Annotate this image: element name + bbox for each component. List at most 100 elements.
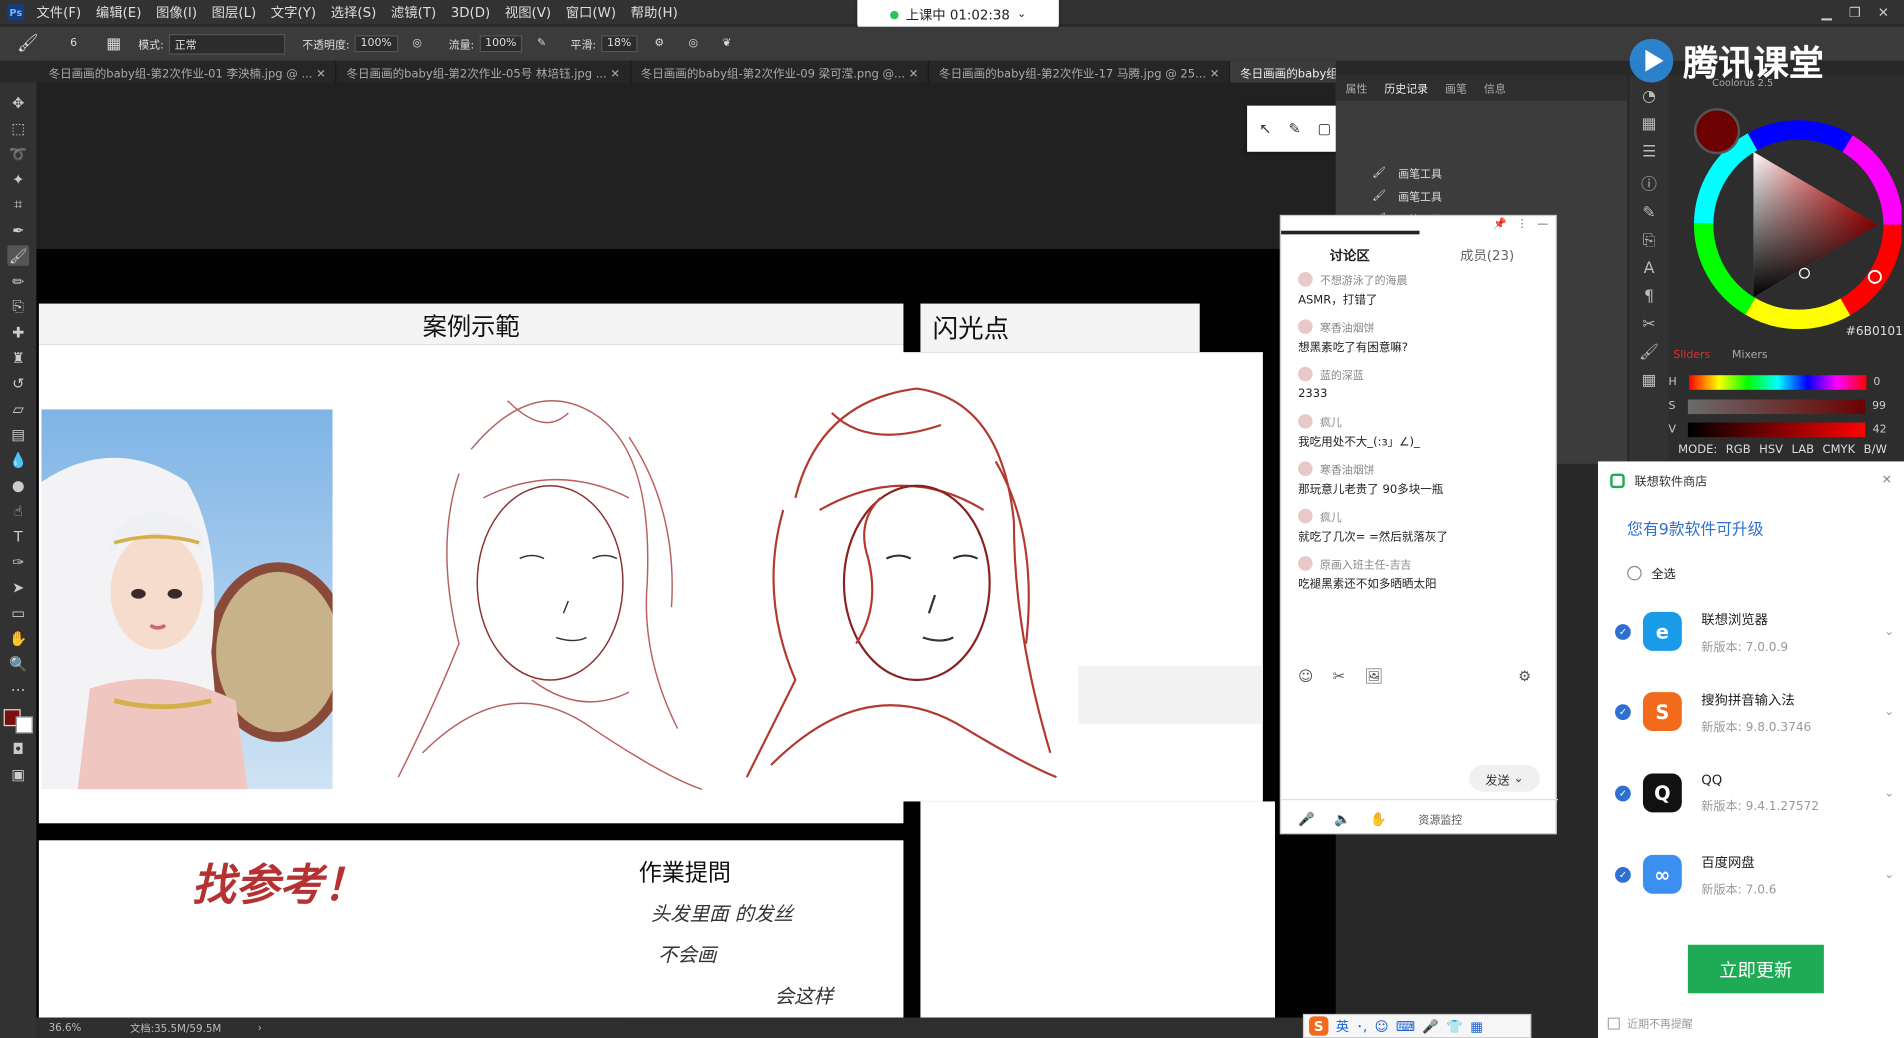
menu-help[interactable]: 帮助(H): [631, 2, 678, 21]
pen-icon[interactable]: ✎: [1288, 120, 1300, 137]
lasso-tool-icon[interactable]: ➰: [7, 143, 29, 164]
menu-3d[interactable]: 3D(D): [451, 4, 491, 20]
restore-icon[interactable]: ❐: [1849, 4, 1861, 20]
brush-tool-icon[interactable]: 🖌: [17, 34, 39, 53]
avatar[interactable]: [1298, 508, 1313, 524]
menu-filter[interactable]: 滤镜(T): [391, 2, 436, 21]
v-slider[interactable]: [1688, 422, 1866, 438]
clone-stamp-icon[interactable]: ⎘: [7, 296, 29, 317]
background-color[interactable]: [15, 716, 33, 734]
menu-image[interactable]: 图像(I): [156, 2, 197, 21]
check-icon[interactable]: ✓: [1615, 785, 1631, 801]
tab-members[interactable]: 成员(23): [1460, 245, 1514, 264]
chevron-down-icon[interactable]: ⌄: [1884, 705, 1894, 718]
menu-layer[interactable]: 图层(L): [212, 2, 257, 21]
close-icon[interactable]: ✕: [1882, 474, 1892, 487]
chevron-right-icon[interactable]: ›: [258, 1022, 262, 1034]
sogou-icon[interactable]: S: [1309, 1016, 1329, 1036]
resource-monitor[interactable]: 资源监控: [1418, 811, 1462, 827]
app-update-row[interactable]: ✓ e 联想浏览器 新版本: 7.0.0.9 ⌄: [1615, 595, 1894, 668]
tab-document-active[interactable]: 冬日画画的baby组-第2次作业-21 ...: [1230, 60, 1336, 83]
history-item[interactable]: 🖌画笔工具: [1336, 162, 1627, 185]
chevron-down-icon[interactable]: ⌄: [1884, 786, 1894, 799]
move-tool-icon[interactable]: ✥: [7, 92, 29, 113]
smooth-input[interactable]: 18%: [600, 35, 638, 53]
magic-wand-icon[interactable]: ✦: [7, 169, 29, 190]
history-brush-icon[interactable]: ↺: [7, 373, 29, 394]
tools-icon[interactable]: ✂: [1642, 316, 1655, 334]
mode-hsv[interactable]: HSV: [1759, 443, 1783, 456]
skin-icon[interactable]: 👕: [1446, 1018, 1463, 1034]
avatar[interactable]: [1298, 366, 1313, 382]
avatar[interactable]: [1298, 556, 1313, 571]
keyboard-icon[interactable]: ⌨: [1396, 1018, 1415, 1034]
ime-language[interactable]: 英: [1336, 1016, 1349, 1035]
select-all[interactable]: 全选: [1627, 563, 1904, 582]
update-now-button[interactable]: 立即更新: [1687, 944, 1824, 994]
avatar[interactable]: [1298, 272, 1313, 287]
pin-icon[interactable]: 📌: [1493, 219, 1507, 231]
menu-type[interactable]: 文字(Y): [271, 2, 316, 21]
settings-icon[interactable]: ⚙: [1518, 668, 1531, 685]
avatar[interactable]: [1298, 461, 1313, 477]
info-icon[interactable]: ⓘ: [1641, 171, 1657, 194]
chevron-down-icon[interactable]: ⌄: [1884, 625, 1894, 638]
grid-icon[interactable]: ▦: [1642, 372, 1657, 390]
healing-brush-icon[interactable]: ✚: [7, 322, 29, 343]
menu-select[interactable]: 选择(S): [331, 2, 377, 21]
menu-view[interactable]: 视图(V): [505, 2, 551, 21]
radio-icon[interactable]: [1627, 565, 1642, 580]
avatar[interactable]: [1298, 414, 1313, 429]
image-icon[interactable]: 🖼: [1364, 668, 1382, 685]
send-button[interactable]: 发送 ⌄: [1469, 765, 1540, 792]
pen-tool-icon[interactable]: ✑: [7, 551, 29, 572]
menu-file[interactable]: 文件(F): [36, 2, 81, 21]
paragraph-icon[interactable]: ¶: [1644, 288, 1654, 306]
hand-tool-icon[interactable]: ✋: [7, 628, 29, 649]
zoom-level[interactable]: 36.6%: [49, 1022, 82, 1034]
gear-icon[interactable]: ⚙: [654, 38, 664, 50]
flow-input[interactable]: 100%: [479, 35, 523, 53]
eyedropper-icon[interactable]: ✒: [7, 220, 29, 241]
h-slider-row[interactable]: H 0: [1668, 374, 1904, 391]
speaker-icon[interactable]: 🔈: [1334, 811, 1351, 827]
gradient-icon[interactable]: ▤: [7, 424, 29, 445]
marquee-tool-icon[interactable]: ⬚: [7, 118, 29, 139]
color-icon[interactable]: ◔: [1642, 87, 1656, 105]
more-icon[interactable]: ⋮: [1517, 219, 1528, 231]
brush-preset-icon[interactable]: ✎: [1642, 204, 1655, 222]
app-update-row[interactable]: ✓ Q QQ 新版本: 9.4.1.27572 ⌄: [1615, 757, 1894, 830]
tab-document[interactable]: 冬日画画的baby组-第2次作业-17 马腾.jpg @ 25... ✕: [929, 60, 1231, 83]
pressure-opacity-icon[interactable]: ◎: [412, 38, 422, 50]
more-tools-icon[interactable]: ⋯: [7, 679, 29, 700]
pencil-tool-icon[interactable]: ✏: [7, 271, 29, 292]
check-icon[interactable]: ✓: [1615, 703, 1631, 720]
clone-source-icon[interactable]: ⎘: [1643, 232, 1656, 250]
minimize-icon[interactable]: —: [1537, 219, 1548, 231]
toolbox-icon[interactable]: ▦: [1470, 1018, 1483, 1034]
smudge-icon[interactable]: ☝: [7, 500, 29, 521]
punctuation-icon[interactable]: ･,: [1356, 1016, 1367, 1035]
check-icon[interactable]: ✓: [1615, 866, 1631, 883]
brush-tool-icon[interactable]: 🖌: [7, 245, 30, 266]
tab-sliders[interactable]: Sliders: [1673, 350, 1710, 362]
text-tool-icon[interactable]: T: [7, 526, 29, 547]
path-select-icon[interactable]: ➤: [7, 577, 29, 598]
check-icon[interactable]: ✓: [1615, 623, 1631, 640]
app-update-row[interactable]: ✓ ∞ 百度网盘 新版本: 7.0.6 ⌄: [1615, 838, 1894, 911]
tab-document[interactable]: 冬日画画的baby组-第2次作业-05号 林培钰.jpg ... ✕: [337, 60, 631, 83]
tab-mixers[interactable]: Mixers: [1732, 350, 1768, 362]
emoji-icon[interactable]: ☺: [1298, 668, 1313, 685]
minimize-icon[interactable]: ▁: [1821, 4, 1831, 20]
eraser-icon[interactable]: ▱: [7, 398, 29, 419]
screen-mode-icon[interactable]: ▣: [7, 764, 29, 785]
opacity-input[interactable]: 100%: [354, 35, 398, 53]
avatar[interactable]: [1298, 319, 1313, 334]
mode-select[interactable]: 正常: [168, 33, 286, 55]
shape-tool-icon[interactable]: ▭: [7, 602, 29, 623]
color-wheel[interactable]: [1683, 97, 1902, 334]
zoom-tool-icon[interactable]: 🔍: [7, 653, 29, 674]
app-update-row[interactable]: ✓ S 搜狗拼音输入法 新版本: 9.8.0.3746 ⌄: [1615, 675, 1894, 748]
tab-history[interactable]: 历史记录: [1384, 80, 1428, 96]
brush-icon[interactable]: 🖌: [1639, 344, 1659, 362]
